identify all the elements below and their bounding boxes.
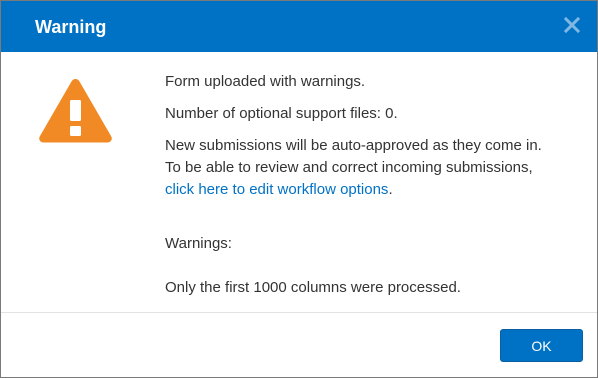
warning-triangle-icon xyxy=(37,75,114,145)
warning-dialog: Warning Form uploaded with warnings. Num… xyxy=(0,0,598,378)
support-files-text: Number of optional support files: 0. xyxy=(165,105,398,122)
dialog-title: Warning xyxy=(35,17,107,37)
dialog-header: Warning xyxy=(1,1,597,52)
edit-workflow-link[interactable]: click here to edit workflow options xyxy=(165,181,388,198)
link-suffix: . xyxy=(388,181,393,198)
warning-detail-text: Only the first 1000 columns were process… xyxy=(165,279,461,296)
warnings-label: Warnings: xyxy=(165,235,232,252)
upload-status-text: Form uploaded with warnings. xyxy=(165,73,366,90)
auto-approve-text: New submissions will be auto-approved as… xyxy=(165,137,542,154)
footer-divider xyxy=(1,312,597,313)
workflow-link-line: click here to edit workflow options. xyxy=(165,179,393,200)
ok-button[interactable]: OK xyxy=(500,329,583,362)
close-icon[interactable] xyxy=(559,12,585,38)
review-instruction-text: To be able to review and correct incomin… xyxy=(165,159,533,176)
